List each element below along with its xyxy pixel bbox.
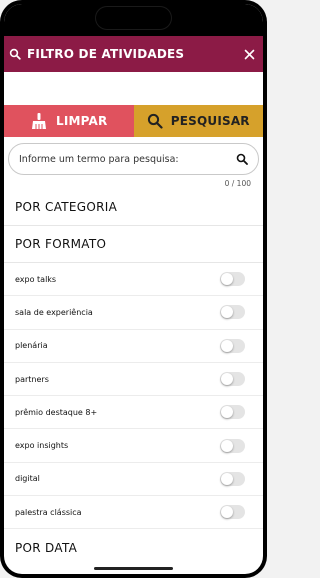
toggle-switch[interactable] xyxy=(220,338,245,353)
format-item-premio-destaque[interactable]: prêmio destaque 8+ xyxy=(4,396,263,430)
dynamic-island xyxy=(96,7,171,29)
section-date[interactable]: POR DATA xyxy=(4,529,263,566)
format-item-plenaria[interactable]: plenária xyxy=(4,330,263,363)
format-item-digital[interactable]: digital xyxy=(4,463,263,497)
toggle-switch[interactable] xyxy=(220,471,245,486)
toggle-knob xyxy=(221,339,233,352)
toggle-knob xyxy=(221,406,233,419)
format-item-partners[interactable]: partners xyxy=(4,363,263,397)
format-item-palestra-classica[interactable]: palestra clássica xyxy=(4,496,263,530)
search-icon xyxy=(9,48,21,60)
page-title: FILTRO DE ATIVIDADES xyxy=(27,47,185,61)
device-frame: FILTRO DE ATIVIDADES LIMPAR PESQUISAR In… xyxy=(0,0,267,578)
format-label: expo talks xyxy=(15,274,57,284)
toggle-knob xyxy=(221,306,233,319)
clear-button[interactable]: LIMPAR xyxy=(4,105,134,137)
action-bar: LIMPAR PESQUISAR xyxy=(4,105,263,137)
format-item-sala-de-experiencia[interactable]: sala de experiência xyxy=(4,296,263,330)
search-box xyxy=(8,143,259,175)
format-label: partners xyxy=(15,374,49,384)
toggle-switch[interactable] xyxy=(220,438,245,453)
section-category[interactable]: POR CATEGORIA xyxy=(4,189,263,226)
search-button-label: PESQUISAR xyxy=(170,114,250,128)
toggle-switch[interactable] xyxy=(220,405,245,420)
status-bar xyxy=(4,4,263,36)
search-input[interactable] xyxy=(19,153,236,165)
toggle-knob xyxy=(221,506,233,519)
toggle-switch[interactable] xyxy=(220,272,245,287)
close-icon[interactable] xyxy=(244,49,255,60)
format-label: expo insights xyxy=(15,441,69,451)
section-format[interactable]: POR FORMATO xyxy=(4,226,263,263)
format-item-expo-insights[interactable]: expo insights xyxy=(4,429,263,463)
toggle-switch[interactable] xyxy=(220,305,245,320)
broom-icon xyxy=(30,112,48,130)
toggle-knob xyxy=(221,273,233,286)
format-label: digital xyxy=(15,474,40,484)
toggle-knob xyxy=(221,472,233,485)
clear-button-label: LIMPAR xyxy=(56,114,108,128)
filter-header: FILTRO DE ATIVIDADES xyxy=(4,36,263,72)
toggle-knob xyxy=(221,439,233,452)
search-wrapper: 0 / 100 xyxy=(4,137,263,189)
spacer xyxy=(4,72,263,105)
format-item-expo-talks[interactable]: expo talks xyxy=(4,263,263,297)
format-label: sala de experiência xyxy=(15,307,93,317)
search-icon[interactable] xyxy=(236,153,248,165)
search-button[interactable]: PESQUISAR xyxy=(133,105,263,137)
format-label: prêmio destaque 8+ xyxy=(15,407,98,417)
format-label: palestra clássica xyxy=(15,507,82,517)
toggle-knob xyxy=(221,373,233,386)
character-counter: 0 / 100 xyxy=(224,179,251,188)
screen: FILTRO DE ATIVIDADES LIMPAR PESQUISAR In… xyxy=(4,4,263,574)
toggle-switch[interactable] xyxy=(220,372,245,387)
search-icon xyxy=(147,113,163,129)
home-indicator xyxy=(94,567,173,570)
format-label: plenária xyxy=(15,341,48,351)
toggle-switch[interactable] xyxy=(220,505,245,520)
